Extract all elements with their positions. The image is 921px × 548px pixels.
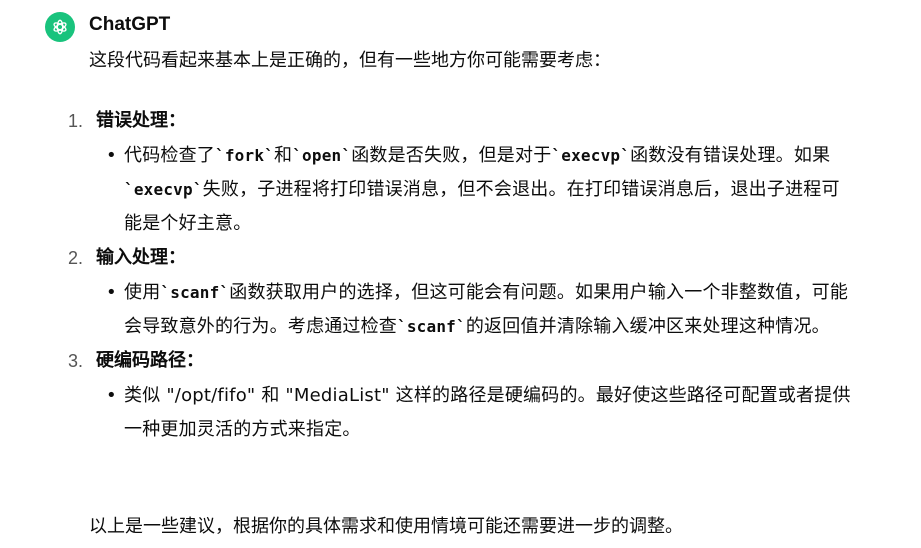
author-name: ChatGPT: [89, 14, 171, 35]
text-run: 和: [274, 145, 293, 166]
message-intro: 这段代码看起来基本上是正确的，但有一些地方你可能需要考虑：: [89, 50, 611, 71]
text-run: 使用: [124, 282, 161, 303]
bullet-icon: •: [106, 145, 117, 166]
suggestion-title: 硬编码路径：: [96, 350, 204, 371]
list-number: 2.: [68, 248, 84, 268]
list-number: 3.: [68, 351, 84, 371]
assistant-avatar: [45, 12, 75, 42]
detail-text: 代码检查了`fork`和`open`函数是否失败，但是对于`execvp`函数没…: [124, 139, 854, 241]
suggestion-title: 错误处理：: [96, 110, 186, 131]
detail-item: • 代码检查了`fork`和`open`函数是否失败，但是对于`execvp`函…: [106, 139, 869, 241]
detail-text: 类似 "/opt/fifo" 和 "MediaList" 这样的路径是硬编码的。…: [124, 379, 854, 447]
suggestion-item: 2. 输入处理： • 使用`scanf`函数获取用户的选择，但这可能会有问题。如…: [68, 241, 869, 344]
bullet-icon: •: [106, 385, 117, 406]
inline-code: `scanf`: [397, 317, 466, 336]
text-run: 的返回值并清除输入缓冲区来处理这种情况。: [465, 316, 830, 337]
suggestion-item: 3. 硬编码路径： • 类似 "/opt/fifo" 和 "MediaList"…: [68, 344, 869, 447]
text-run: 函数是否失败，但是对于: [351, 145, 552, 166]
bullet-icon: •: [106, 282, 117, 303]
inline-code: `fork`: [215, 146, 274, 165]
text-run: 函数没有错误处理。如果: [630, 145, 831, 166]
text-run: 类似 "/opt/fifo" 和 "MediaList" 这样的路径是硬编码的。…: [124, 385, 851, 440]
list-number: 1.: [68, 111, 84, 131]
suggestion-list: 1. 错误处理： • 代码检查了`fork`和`open`函数是否失败，但是对于…: [68, 104, 869, 447]
openai-logo-icon: [53, 19, 67, 35]
detail-text: 使用`scanf`函数获取用户的选择，但这可能会有问题。如果用户输入一个非整数值…: [124, 276, 854, 344]
detail-item: • 使用`scanf`函数获取用户的选择，但这可能会有问题。如果用户输入一个非整…: [106, 276, 869, 344]
text-run: 代码检查了: [124, 145, 215, 166]
suggestion-details: • 使用`scanf`函数获取用户的选择，但这可能会有问题。如果用户输入一个非整…: [96, 276, 869, 344]
detail-item: • 类似 "/opt/fifo" 和 "MediaList" 这样的路径是硬编码…: [106, 379, 869, 447]
inline-code: `execvp`: [551, 146, 631, 165]
suggestion-item: 1. 错误处理： • 代码检查了`fork`和`open`函数是否失败，但是对于…: [68, 104, 869, 241]
inline-code: `execvp`: [124, 180, 203, 199]
suggestion-details: • 代码检查了`fork`和`open`函数是否失败，但是对于`execvp`函…: [96, 139, 869, 241]
suggestion-title: 输入处理：: [96, 247, 186, 268]
inline-code: `scanf`: [160, 283, 230, 302]
text-run: 失败，子进程将打印错误消息，但不会退出。在打印错误消息后，退出子进程可能是个好主…: [124, 179, 840, 234]
inline-code: `open`: [292, 146, 352, 165]
suggestion-details: • 类似 "/opt/fifo" 和 "MediaList" 这样的路径是硬编码…: [96, 379, 869, 447]
assistant-message: 这段代码看起来基本上是正确的，但有一些地方你可能需要考虑： 1. 错误处理： •…: [68, 44, 869, 447]
message-outro: 以上是一些建议，根据你的具体需求和使用情境可能还需要进一步的调整。: [89, 516, 683, 537]
